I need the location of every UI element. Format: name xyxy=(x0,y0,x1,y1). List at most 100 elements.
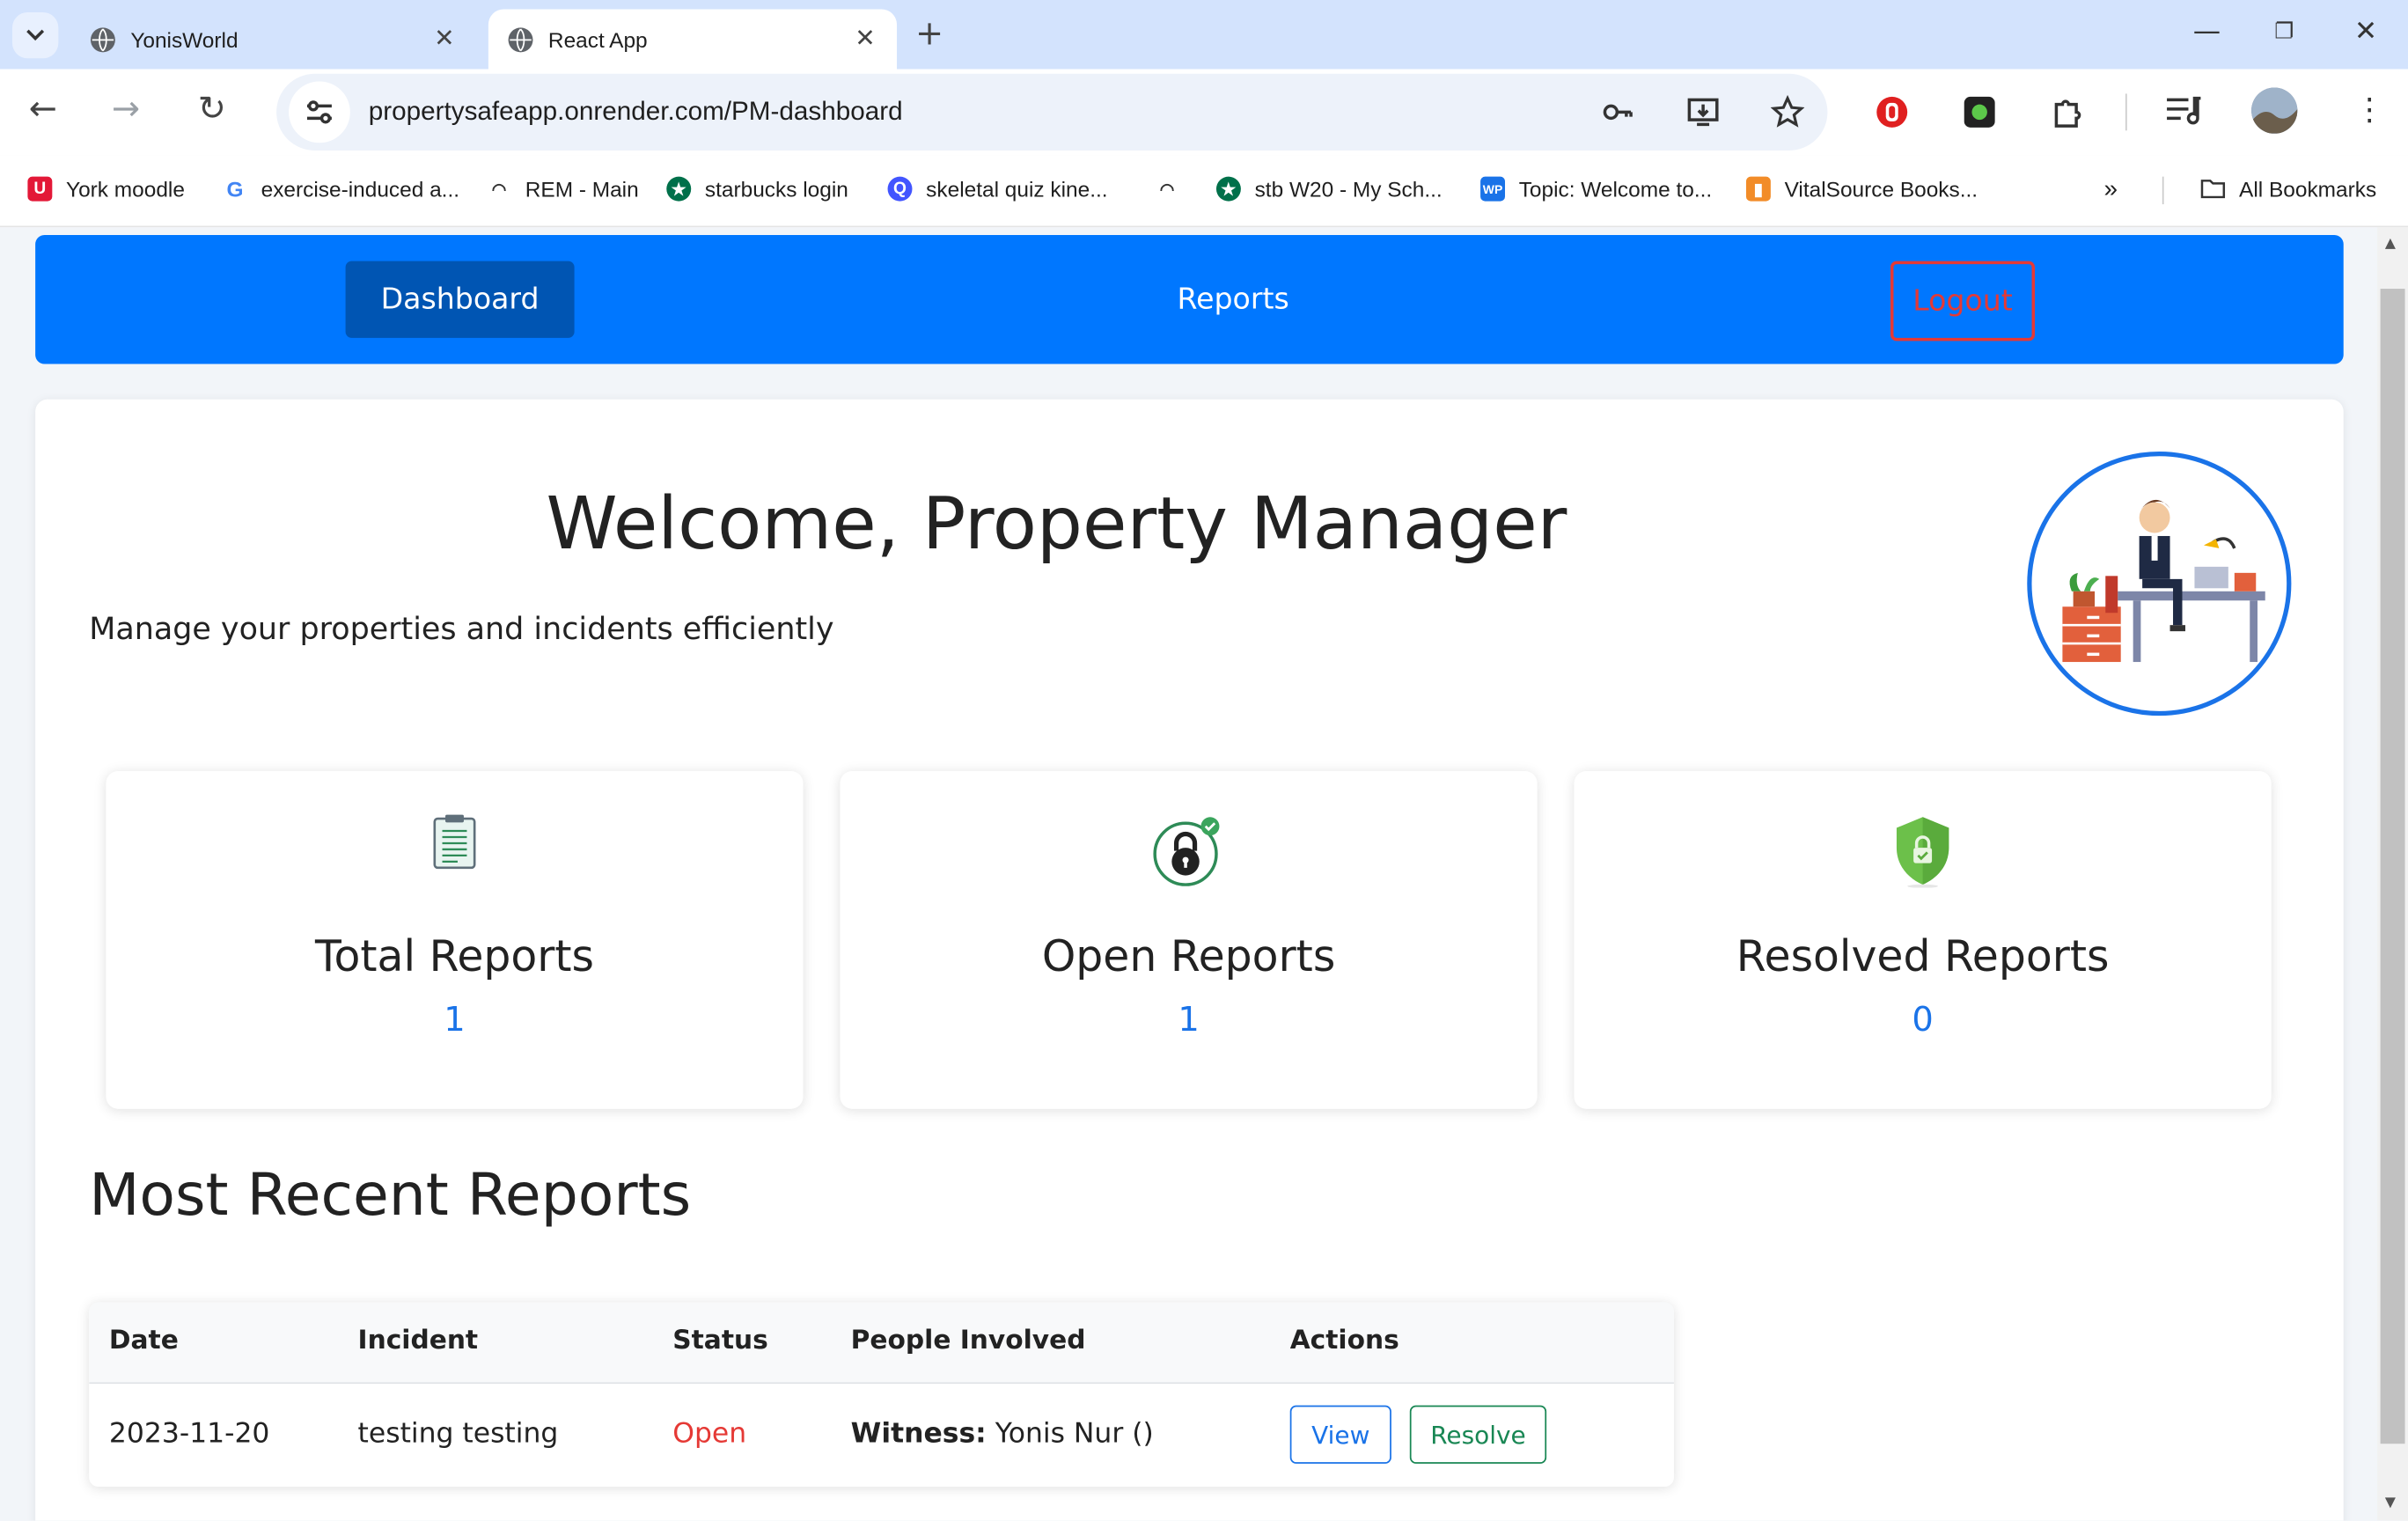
all-bookmarks-button[interactable]: All Bookmarks xyxy=(2200,176,2377,202)
nav-reports[interactable]: Reports xyxy=(1111,261,1356,338)
bookmark-label: stb W20 - My Sch... xyxy=(1254,176,1443,202)
bookmark-topic-welcome[interactable]: WP Topic: Welcome to... xyxy=(1480,176,1712,202)
resolve-button[interactable]: Resolve xyxy=(1409,1405,1547,1464)
close-tab-icon[interactable]: ✕ xyxy=(434,23,454,54)
key-icon[interactable] xyxy=(1600,95,1633,135)
tab-title: YonisWorld xyxy=(130,26,239,52)
stat-value: 0 xyxy=(1912,1001,1934,1040)
app-navbar: Dashboard Reports Logout xyxy=(35,234,2344,364)
bookmarks-divider xyxy=(2162,176,2164,205)
status-badge: Open xyxy=(672,1417,747,1451)
close-tab-icon[interactable]: ✕ xyxy=(855,23,875,54)
nav-dashboard[interactable]: Dashboard xyxy=(345,261,575,338)
bookmark-rem-main[interactable]: ◠ REM - Main xyxy=(487,176,639,202)
page-title: Welcome, Property Manager xyxy=(546,481,1567,567)
site-settings-icon[interactable] xyxy=(289,81,350,143)
stat-label: Resolved Reports xyxy=(1736,930,2110,981)
bookmark-unnamed[interactable]: ◠ xyxy=(1155,176,1193,202)
page-scrollbar[interactable]: ▲ ▼ xyxy=(2377,227,2408,1521)
stat-label: Open Reports xyxy=(1041,930,1336,981)
bookmark-google[interactable]: Gexercise-induced a... xyxy=(223,176,459,202)
adblock-extension-icon[interactable] xyxy=(1876,95,1909,135)
padlock-icon xyxy=(1153,817,1220,886)
scroll-thumb[interactable] xyxy=(2380,289,2405,1444)
browser-menu-icon[interactable]: ⋮ xyxy=(2354,91,2385,128)
rem-icon: ◠ xyxy=(487,176,512,202)
logout-button[interactable]: Logout xyxy=(1890,261,2035,342)
view-button[interactable]: View xyxy=(1289,1405,1391,1464)
bookmark-vitalsource[interactable]: ▮ VitalSource Books... xyxy=(1745,176,1979,202)
stat-value: 1 xyxy=(444,1001,466,1040)
browser-toolbar: ← → ↻ propertysafeapp.onrender.com/PM-da… xyxy=(0,69,2408,156)
tab-search-button[interactable] xyxy=(11,11,59,59)
bookmark-label: York moodle xyxy=(66,176,185,202)
more-bookmarks-icon[interactable]: » xyxy=(2104,177,2118,204)
globe-icon xyxy=(508,26,533,52)
shield-icon xyxy=(1896,817,1949,888)
stat-card-open-reports: Open Reports 1 xyxy=(840,770,1538,1109)
bookmark-stb-w20[interactable]: ★ stb W20 - My Sch... xyxy=(1215,176,1443,202)
column-header: Date xyxy=(108,1325,179,1356)
bookmark-label: skeletal quiz kine... xyxy=(926,176,1108,202)
stat-card-resolved-reports: Resolved Reports 0 xyxy=(1574,770,2272,1109)
bookmark-starbucks[interactable]: ★ starbucks login xyxy=(666,176,848,202)
chevron-down-icon xyxy=(26,29,45,41)
folder-icon xyxy=(2200,176,2226,202)
address-bar[interactable]: propertysafeapp.onrender.com/PM-dashboar… xyxy=(276,73,1828,151)
minimize-icon[interactable]: — xyxy=(2193,15,2221,48)
recent-reports-title: Most Recent Reports xyxy=(89,1161,692,1229)
column-header: Incident xyxy=(357,1325,479,1356)
stat-card-total-reports: Total Reports 1 xyxy=(106,770,804,1109)
york-logo-icon: U xyxy=(27,176,53,202)
dashboard-card: Welcome, Property Manager Manage your pr… xyxy=(35,399,2344,1521)
bookmark-label: VitalSource Books... xyxy=(1784,176,1979,202)
extension-icon[interactable] xyxy=(1963,95,1996,135)
people-name: Yonis Nur () xyxy=(995,1417,1154,1451)
media-control-icon[interactable] xyxy=(2164,93,2207,136)
restore-icon[interactable]: ❐ xyxy=(2274,20,2294,45)
tab-title: React App xyxy=(547,26,648,52)
column-header: People Involved xyxy=(850,1325,1086,1356)
cell-date: 2023-11-20 xyxy=(108,1417,270,1451)
manager-illustration xyxy=(2027,452,2292,716)
starbucks-icon: ★ xyxy=(1215,176,1241,202)
column-header: Actions xyxy=(1289,1325,1399,1356)
extensions-puzzle-icon[interactable] xyxy=(2050,93,2087,136)
clipboard-icon xyxy=(433,814,476,870)
starbucks-icon: ★ xyxy=(666,176,692,202)
people-role: Witness: xyxy=(850,1417,987,1451)
cell-people-involved: Witness: Yonis Nur () xyxy=(851,1418,1154,1451)
install-app-icon[interactable] xyxy=(1686,95,1720,135)
wp-icon: WP xyxy=(1480,176,1505,202)
quizlet-icon: Q xyxy=(887,176,913,202)
google-icon: G xyxy=(223,176,247,202)
bookmark-york-moodle[interactable]: U York moodle xyxy=(27,176,185,202)
scroll-up-icon[interactable]: ▲ xyxy=(2385,237,2396,252)
stat-value: 1 xyxy=(1178,1001,1200,1040)
back-icon[interactable]: ← xyxy=(21,91,64,129)
all-bookmarks-label: All Bookmarks xyxy=(2239,176,2377,202)
table-header: Date Incident Status People Involved Act… xyxy=(89,1302,1674,1385)
bookmark-quizlet[interactable]: Qskeletal quiz kine... xyxy=(887,176,1108,202)
rem-icon: ◠ xyxy=(1155,176,1180,202)
browser-tab-strip: YonisWorld ✕ React App ✕ + — ❐ ✕ xyxy=(0,0,2408,70)
bookmark-label: starbucks login xyxy=(704,176,848,202)
cell-incident: testing testing xyxy=(357,1417,559,1451)
browser-tab-yonisworld[interactable]: YonisWorld ✕ xyxy=(70,9,476,69)
browser-tab-react-app[interactable]: React App ✕ xyxy=(488,9,898,70)
bookmark-star-icon[interactable] xyxy=(1770,94,1805,135)
page-viewport: Dashboard Reports Logout Welcome, Proper… xyxy=(0,227,2378,1521)
scroll-down-icon[interactable]: ▼ xyxy=(2385,1496,2396,1511)
forward-icon[interactable]: → xyxy=(105,91,148,129)
column-header: Status xyxy=(672,1325,768,1356)
url-text: propertysafeapp.onrender.com/PM-dashboar… xyxy=(368,96,903,127)
globe-icon xyxy=(90,26,115,52)
close-window-icon[interactable]: ✕ xyxy=(2354,15,2377,48)
reload-icon[interactable]: ↻ xyxy=(190,91,233,129)
stat-label: Total Reports xyxy=(314,930,595,981)
page-subtitle: Manage your properties and incidents eff… xyxy=(89,609,834,647)
new-tab-icon[interactable]: + xyxy=(915,15,943,54)
bookmark-label: REM - Main xyxy=(525,176,639,202)
profile-avatar[interactable] xyxy=(2251,87,2298,134)
bookmarks-bar: U York moodle Gexercise-induced a... ◠ REM… xyxy=(0,155,2408,228)
